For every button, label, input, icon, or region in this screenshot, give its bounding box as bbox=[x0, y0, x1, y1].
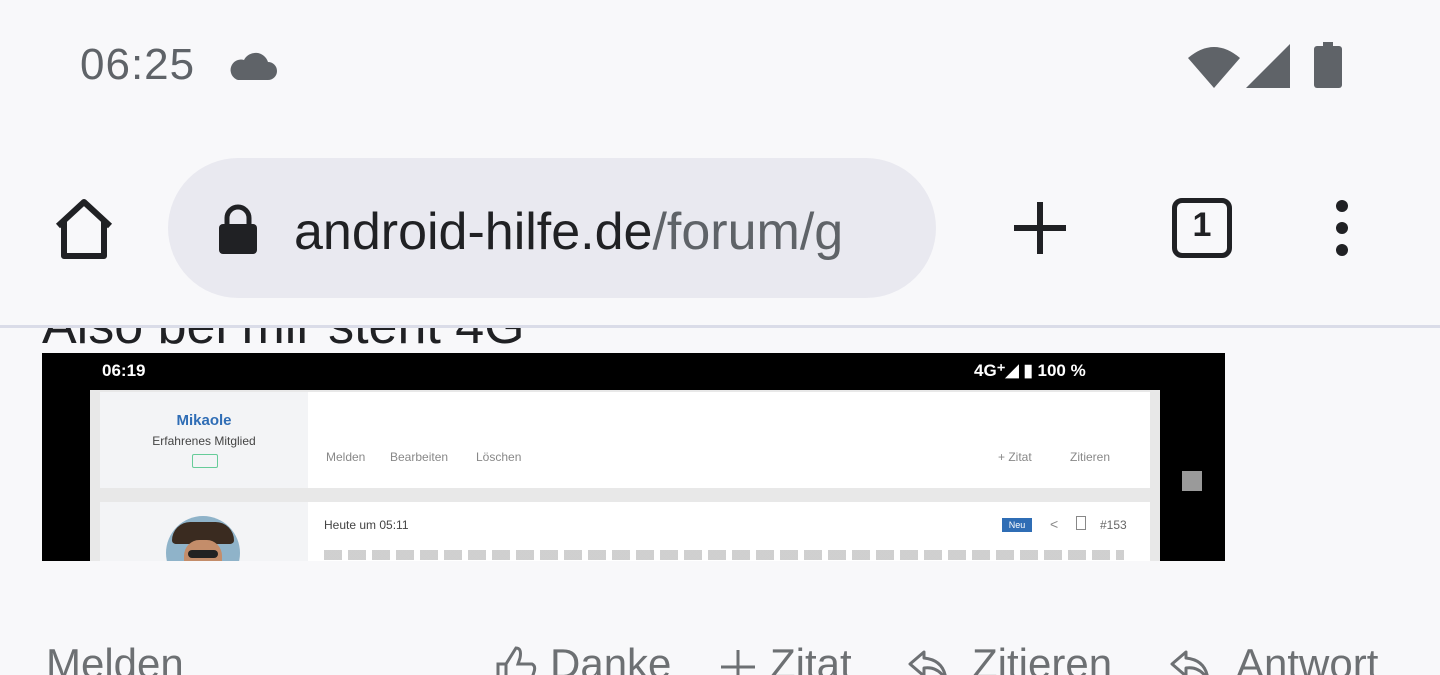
add-quote-button[interactable]: Zitat bbox=[770, 640, 852, 675]
lock-icon bbox=[219, 204, 257, 254]
status-bar: 06:25 bbox=[0, 0, 1440, 132]
plus-icon[interactable] bbox=[1008, 196, 1072, 260]
status-time: 06:25 bbox=[80, 40, 196, 89]
cloud-icon bbox=[230, 52, 277, 80]
url-text[interactable]: android-hilfe.de/forum/g bbox=[294, 202, 843, 262]
screenshot-nav-button bbox=[1182, 471, 1202, 491]
screenshot-user-panel-2 bbox=[100, 502, 308, 561]
screenshot-status-right: 4G⁺◢ ▮ 100 % bbox=[974, 361, 1086, 380]
page-content: Also bei mir steht 4G 06:19 4G⁺◢ ▮ 100 %… bbox=[0, 328, 1440, 675]
screenshot-new-badge: Neu bbox=[1002, 518, 1032, 532]
reply-icon bbox=[908, 650, 947, 675]
screenshot-action-delete: Löschen bbox=[476, 450, 522, 464]
cell-signal-icon bbox=[1246, 44, 1290, 88]
badge-icon bbox=[192, 454, 218, 468]
screenshot-post-text bbox=[324, 550, 1124, 560]
home-icon[interactable] bbox=[50, 194, 118, 262]
url-host: android-hilfe.de bbox=[294, 203, 653, 261]
url-path: /forum/g bbox=[652, 203, 844, 261]
tab-count: 1 bbox=[1192, 206, 1212, 244]
screenshot-action-edit: Bearbeiten bbox=[390, 450, 449, 464]
address-bar[interactable]: android-hilfe.de/forum/g bbox=[168, 158, 936, 298]
screenshot-page: Mikaole Erfahrenes Mitglied Melden Bearb… bbox=[90, 390, 1160, 561]
screenshot-post-card-2: Heute um 05:11 Neu < #153 bbox=[100, 502, 1150, 561]
reply-icon bbox=[1170, 650, 1209, 675]
battery-icon bbox=[1314, 42, 1342, 88]
screenshot-user-panel: Mikaole Erfahrenes Mitglied bbox=[100, 392, 308, 488]
screenshot-post-number: #153 bbox=[1100, 518, 1127, 532]
bookmark-icon bbox=[1076, 516, 1086, 530]
screenshot-user-rank: Erfahrenes Mitglied bbox=[152, 434, 256, 448]
share-icon: < bbox=[1050, 516, 1059, 532]
screenshot-action-add-quote: + Zitat bbox=[998, 450, 1032, 464]
post-action-bar: Melden Danke Zitat Zitieren Antwort bbox=[0, 640, 1440, 675]
screenshot-action-quote: Zitieren bbox=[1070, 450, 1111, 464]
screenshot-username: Mikaole bbox=[176, 412, 232, 429]
wifi-icon bbox=[1188, 47, 1240, 88]
avatar bbox=[166, 516, 240, 561]
thanks-button[interactable]: Danke bbox=[550, 640, 671, 675]
tab-switcher-button[interactable]: 1 bbox=[1170, 196, 1234, 260]
reply-button[interactable]: Antwort bbox=[1236, 640, 1378, 675]
thumbs-up-icon bbox=[496, 646, 537, 675]
quote-button[interactable]: Zitieren bbox=[972, 640, 1112, 675]
screenshot-status-bar: 06:19 4G⁺◢ ▮ 100 % bbox=[42, 353, 1225, 389]
embedded-screenshot[interactable]: 06:19 4G⁺◢ ▮ 100 % Mikaole Erfahrenes Mi… bbox=[42, 353, 1225, 561]
plus-icon bbox=[721, 650, 755, 675]
screenshot-post-date: Heute um 05:11 bbox=[324, 518, 409, 532]
screenshot-time: 06:19 bbox=[102, 361, 146, 380]
post-text-cut: Also bei mir steht 4G bbox=[42, 328, 525, 356]
screenshot-action-report: Melden bbox=[326, 450, 366, 464]
screenshot-post-card: Mikaole Erfahrenes Mitglied Melden Bearb… bbox=[100, 392, 1150, 488]
more-vert-icon[interactable] bbox=[1320, 196, 1364, 260]
report-button[interactable]: Melden bbox=[46, 640, 184, 675]
